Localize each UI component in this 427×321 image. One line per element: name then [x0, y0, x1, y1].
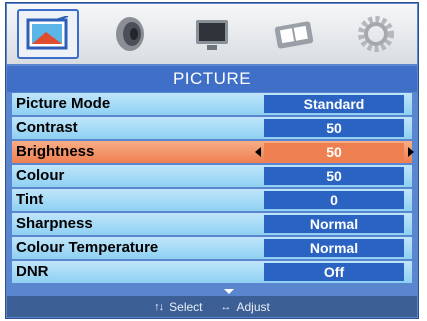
clock-time-icon	[274, 21, 314, 49]
select-hint-label: Select	[169, 299, 203, 314]
row-sharpness[interactable]: Sharpness Normal	[12, 213, 412, 235]
decrease-arrow-icon[interactable]	[255, 147, 261, 157]
row-brightness[interactable]: Brightness 50	[12, 141, 414, 163]
row-label: Picture Mode	[16, 95, 111, 112]
scroll-down-indicator-icon	[224, 289, 234, 294]
row-label: Contrast	[16, 119, 78, 136]
settings-list: Picture Mode Standard Contrast 50 Bright…	[12, 93, 414, 285]
up-down-arrows-icon: ↑↓	[154, 300, 164, 313]
row-dnr[interactable]: DNR Off	[12, 261, 412, 283]
row-value[interactable]: Standard	[264, 95, 404, 113]
row-value[interactable]: 0	[264, 191, 404, 209]
row-value[interactable]: Normal	[264, 215, 404, 233]
tab-time[interactable]	[263, 9, 325, 59]
screen-monitor-icon	[196, 20, 228, 50]
row-colour-temperature[interactable]: Colour Temperature Normal	[12, 237, 412, 259]
left-right-arrows-icon: ↔	[220, 300, 232, 313]
row-value[interactable]: 50	[264, 143, 404, 161]
adjust-hint: ↔ Adjust	[221, 300, 270, 314]
sound-speaker-icon	[116, 17, 144, 51]
row-value[interactable]: 50	[264, 119, 404, 137]
settings-gear-icon	[358, 16, 394, 52]
footer-hint-bar: ↑↓ Select ↔ Adjust	[7, 296, 417, 317]
row-label: Colour Temperature	[16, 239, 159, 256]
menu-title: PICTURE	[7, 66, 417, 92]
adjust-hint-label: Adjust	[236, 299, 270, 314]
row-colour[interactable]: Colour 50	[12, 165, 412, 187]
row-tint[interactable]: Tint 0	[12, 189, 412, 211]
select-hint: ↑↓ Select	[154, 300, 202, 314]
tab-screen[interactable]	[181, 9, 243, 59]
row-contrast[interactable]: Contrast 50	[12, 117, 412, 139]
tab-setup[interactable]	[345, 9, 407, 59]
row-picture-mode[interactable]: Picture Mode Standard	[12, 93, 412, 115]
row-label: Sharpness	[16, 215, 93, 232]
row-value[interactable]: Normal	[264, 239, 404, 257]
row-label: Colour	[16, 167, 65, 184]
menu-tab-bar	[7, 4, 417, 64]
increase-arrow-icon[interactable]	[408, 147, 414, 157]
picture-icon	[26, 16, 69, 50]
row-value[interactable]: Off	[264, 263, 404, 281]
tab-sound[interactable]	[99, 9, 161, 59]
row-value[interactable]: 50	[264, 167, 404, 185]
row-label: Brightness	[16, 143, 95, 160]
row-label: Tint	[16, 191, 44, 208]
row-label: DNR	[16, 263, 49, 280]
tab-picture[interactable]	[17, 9, 79, 59]
